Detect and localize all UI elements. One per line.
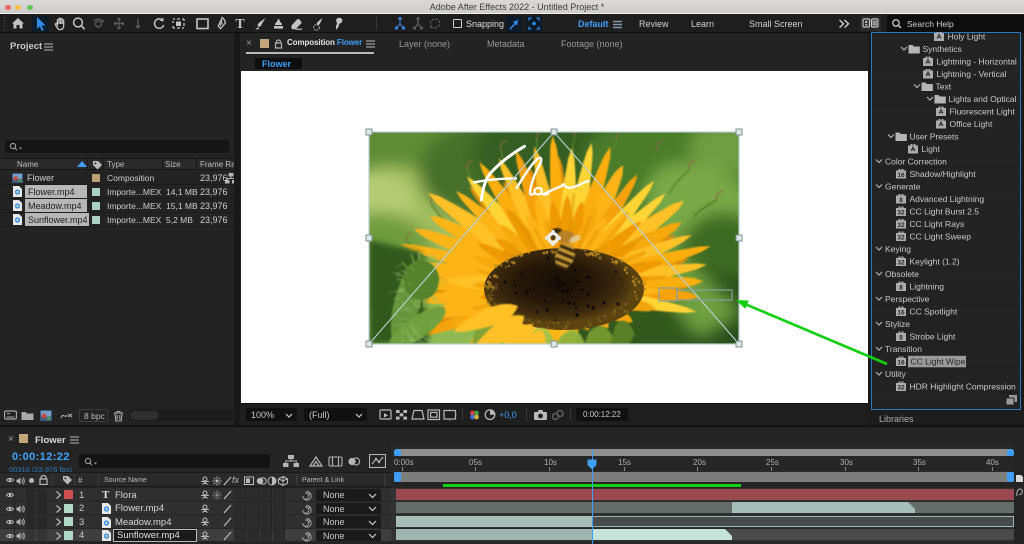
svg-text:8: 8: [899, 197, 903, 204]
svg-text:Lightning - Horizontal: Lightning - Horizontal: [937, 57, 1017, 67]
svg-text:16: 16: [897, 359, 905, 366]
svg-text:Transition: Transition: [885, 344, 922, 354]
svg-text:32: 32: [897, 259, 905, 266]
svg-text:T: T: [235, 17, 245, 32]
svg-text:8: 8: [899, 284, 903, 291]
svg-text:CC Spotlight: CC Spotlight: [910, 307, 958, 317]
svg-text:Utility: Utility: [885, 369, 907, 379]
svg-text:Holy Light: Holy Light: [948, 32, 986, 42]
svg-text:CC Light Burst 2.5: CC Light Burst 2.5: [910, 207, 980, 217]
svg-text:Lightning: Lightning: [910, 282, 945, 292]
svg-text:Perspective: Perspective: [885, 294, 930, 304]
svg-text:Advanced Lightning: Advanced Lightning: [910, 194, 985, 204]
svg-text:Lightning - Vertical: Lightning - Vertical: [937, 69, 1007, 79]
svg-text:32: 32: [897, 384, 905, 391]
svg-text:User Presets: User Presets: [910, 132, 959, 142]
svg-text:Keying: Keying: [885, 244, 911, 254]
svg-text:Shadow/Highlight: Shadow/Highlight: [910, 169, 977, 179]
svg-text:Lights and Optical: Lights and Optical: [949, 94, 1017, 104]
svg-text:32: 32: [897, 209, 905, 216]
svg-text:CC Light Rays: CC Light Rays: [910, 219, 965, 229]
svg-text:Strobe Light: Strobe Light: [910, 332, 956, 342]
svg-text:Light: Light: [922, 144, 941, 154]
svg-text:Office Light: Office Light: [950, 119, 993, 129]
svg-text:CC Light Sweep: CC Light Sweep: [910, 232, 972, 242]
svg-text:32: 32: [897, 222, 905, 229]
svg-text:CC Light Wipe: CC Light Wipe: [911, 357, 966, 367]
svg-text:8: 8: [899, 334, 903, 341]
svg-text:Keylight (1.2): Keylight (1.2): [910, 257, 960, 267]
svg-text:Stylize: Stylize: [885, 319, 910, 329]
svg-text:Color Correction: Color Correction: [885, 157, 947, 167]
svg-text:Synthetics: Synthetics: [923, 44, 962, 54]
svg-text:16: 16: [897, 309, 905, 316]
svg-text:HDR Highlight Compression: HDR Highlight Compression: [910, 382, 1017, 392]
svg-text:Generate: Generate: [885, 182, 921, 192]
svg-text:Text: Text: [936, 82, 952, 92]
svg-text:16: 16: [897, 172, 905, 179]
svg-text:Fluorescent Light: Fluorescent Light: [950, 107, 1016, 117]
svg-text:Obsolete: Obsolete: [885, 269, 919, 279]
svg-text:32: 32: [897, 234, 905, 241]
